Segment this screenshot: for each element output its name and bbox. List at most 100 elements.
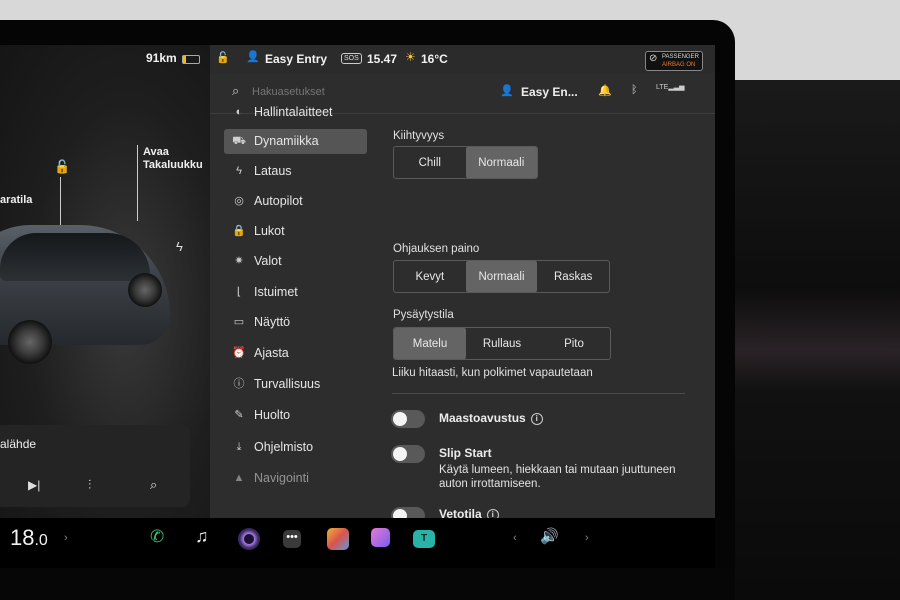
outside-temperature: 16°C xyxy=(421,52,448,66)
acceleration-option-chill[interactable]: Chill xyxy=(394,147,466,178)
nav-item-label: Valot xyxy=(254,254,282,268)
photos-icon[interactable] xyxy=(327,528,349,550)
settings-search-input[interactable] xyxy=(250,82,454,102)
alarm-icon: ⏰ xyxy=(232,347,246,359)
search-icon[interactable]: ⌕ xyxy=(150,477,157,493)
seat-icon: ⌊ xyxy=(236,286,242,298)
nav-item-label: Ajasta xyxy=(254,346,289,360)
dashboard-background xyxy=(720,80,900,600)
steering-option-normaali[interactable]: Normaali xyxy=(465,261,538,292)
clock: 15.47 xyxy=(367,52,398,66)
nav-item-label: Autopilot xyxy=(254,194,303,208)
nav-item-lataus[interactable]: ϟ Lataus xyxy=(224,159,367,184)
profile-name[interactable]: Easy En... xyxy=(521,85,578,99)
steering-wheel-icon: ◎ xyxy=(234,195,244,207)
nav-item-autopilot[interactable]: ◎ Autopilot xyxy=(224,189,367,214)
equalizer-icon[interactable]: ⫶ xyxy=(88,477,91,493)
chevron-right-icon[interactable]: › xyxy=(64,532,68,544)
stopping-option-matelu[interactable]: Matelu xyxy=(394,328,466,359)
chevron-right-icon[interactable]: › xyxy=(585,532,589,544)
status-bar: 🔓 👤 Easy Entry SOS 15.47 ☀ 16°C ⊘ PASSEN… xyxy=(0,45,715,73)
front-wheel xyxy=(8,320,52,364)
wrench-icon: ✎ xyxy=(234,409,244,421)
nav-item-navigointi[interactable]: ▲ Navigointi xyxy=(224,466,367,491)
media-source-label: alähde xyxy=(0,437,37,451)
car-windows xyxy=(0,233,150,281)
car-visualization-pane: 🔓 Avaa Takaluukku aratila ϟ 91km alähde … xyxy=(0,45,210,520)
volume-icon[interactable]: 🔊 xyxy=(540,527,559,545)
media-player[interactable]: alähde ▶| ⫶ ⌕ xyxy=(0,425,190,507)
stopping-mode-selector: Matelu Rullaus Pito xyxy=(393,327,611,360)
car-icon: ⛟ xyxy=(232,135,246,147)
steering-option-raskas[interactable]: Raskas xyxy=(537,261,609,292)
terrain-assist-label: Maastoavustus i xyxy=(439,411,543,425)
unlock-icon[interactable]: 🔓 xyxy=(54,159,70,175)
airbag-icon: ⊘ xyxy=(649,53,658,64)
nav-item-ajasta[interactable]: ⏰ Ajasta xyxy=(224,341,367,366)
passenger-airbag-indicator: ⊘ PASSENGER AIRBAG ON xyxy=(645,51,703,71)
stopping-title: Pysäytystila xyxy=(393,309,454,321)
chevron-left-icon[interactable]: ‹ xyxy=(513,532,517,544)
notes-icon[interactable] xyxy=(371,528,390,547)
navigation-icon: ▲ xyxy=(233,472,245,484)
stopping-description: Liiku hitaasti, kun polkimet vapautetaan xyxy=(392,367,593,379)
settings-panel: ⌕ 👤 Easy En... 🔔 ᛒ LTE▂▃▅ ◐ Hallintalaitt… xyxy=(210,73,715,520)
shield-icon: ⓘ xyxy=(233,378,245,390)
phone-icon[interactable]: ✆ xyxy=(150,527,164,547)
acceleration-selector: Chill Normaali xyxy=(393,146,538,179)
stopping-option-rullaus[interactable]: Rullaus xyxy=(466,328,538,359)
bolt-icon: ϟ xyxy=(236,165,242,177)
next-track-icon[interactable]: ▶| xyxy=(28,478,40,492)
nav-item-huolto[interactable]: ✎ Huolto xyxy=(224,403,367,428)
frunk-label[interactable]: aratila xyxy=(0,194,32,207)
nav-item-label: Hallintalaitteet xyxy=(254,105,333,119)
nav-item-istuimet[interactable]: ⌊ Istuimet xyxy=(224,280,367,305)
download-icon: ⤓ xyxy=(236,441,242,453)
cabin-temperature[interactable]: 18.0 xyxy=(10,525,48,551)
display-icon: ▭ xyxy=(233,316,245,328)
slip-start-toggle[interactable] xyxy=(391,445,425,463)
nav-item-label: Lukot xyxy=(254,224,285,238)
slip-start-label: Slip Start xyxy=(439,446,492,460)
nav-item-valot[interactable]: ✷ Valot xyxy=(224,249,367,274)
lock-status-icon[interactable]: 🔓 xyxy=(216,51,230,64)
rear-wheel xyxy=(128,273,162,307)
nav-item-lukot[interactable]: 🔒 Lukot xyxy=(224,219,367,244)
profile-icon: 👤 xyxy=(500,85,514,97)
music-icon[interactable]: ♫ xyxy=(195,526,209,547)
info-icon[interactable]: i xyxy=(530,413,543,425)
nav-item-label: Lataus xyxy=(254,164,292,178)
steering-option-kevyt[interactable]: Kevyt xyxy=(394,261,466,292)
nav-item-dynamiikka[interactable]: ⛟ Dynamiikka xyxy=(224,129,367,154)
lock-icon: 🔒 xyxy=(232,225,246,237)
acceleration-option-normaali[interactable]: Normaali xyxy=(465,147,537,178)
lte-signal-icon: LTE▂▃▅ xyxy=(656,84,685,91)
toybox-icon[interactable]: T xyxy=(413,530,435,548)
nav-item-hallintalaitteet[interactable]: ◐ Hallintalaitteet xyxy=(224,100,367,125)
more-icon[interactable]: ••• xyxy=(283,530,301,548)
bell-icon[interactable]: 🔔 xyxy=(598,84,612,97)
toggle-knob xyxy=(393,412,407,426)
profile-icon: 👤 xyxy=(246,51,260,63)
terrain-assist-toggle[interactable] xyxy=(391,410,425,428)
nav-item-label: Ohjelmisto xyxy=(254,440,314,454)
camera-icon[interactable] xyxy=(238,528,260,550)
leader-line xyxy=(137,145,138,221)
bluetooth-icon[interactable]: ᛒ xyxy=(631,84,638,96)
toggle-knob xyxy=(393,447,407,461)
steering-selector: Kevyt Normaali Raskas xyxy=(393,260,610,293)
charge-port-icon[interactable]: ϟ xyxy=(176,239,183,254)
nav-item-label: Navigointi xyxy=(254,471,309,485)
nav-item-label: Huolto xyxy=(254,408,291,422)
nav-item-turvallisuus[interactable]: ⓘ Turvallisuus xyxy=(224,372,367,397)
driver-profile[interactable]: Easy Entry xyxy=(265,52,327,66)
slip-start-description: Käytä lumeen, hiekkaan tai mutaan juuttu… xyxy=(439,464,676,490)
nav-item-ohjelmisto[interactable]: ⤓ Ohjelmisto xyxy=(224,435,367,460)
sun-icon: ☀ xyxy=(405,50,416,64)
stopping-option-pito[interactable]: Pito xyxy=(538,328,610,359)
sos-badge[interactable]: SOS xyxy=(341,53,362,64)
nav-item-label: Turvallisuus xyxy=(254,377,321,391)
light-icon: ✷ xyxy=(234,255,244,267)
trunk-label[interactable]: Avaa Takaluukku xyxy=(143,146,203,172)
nav-item-näyttö[interactable]: ▭ Näyttö xyxy=(224,310,367,335)
